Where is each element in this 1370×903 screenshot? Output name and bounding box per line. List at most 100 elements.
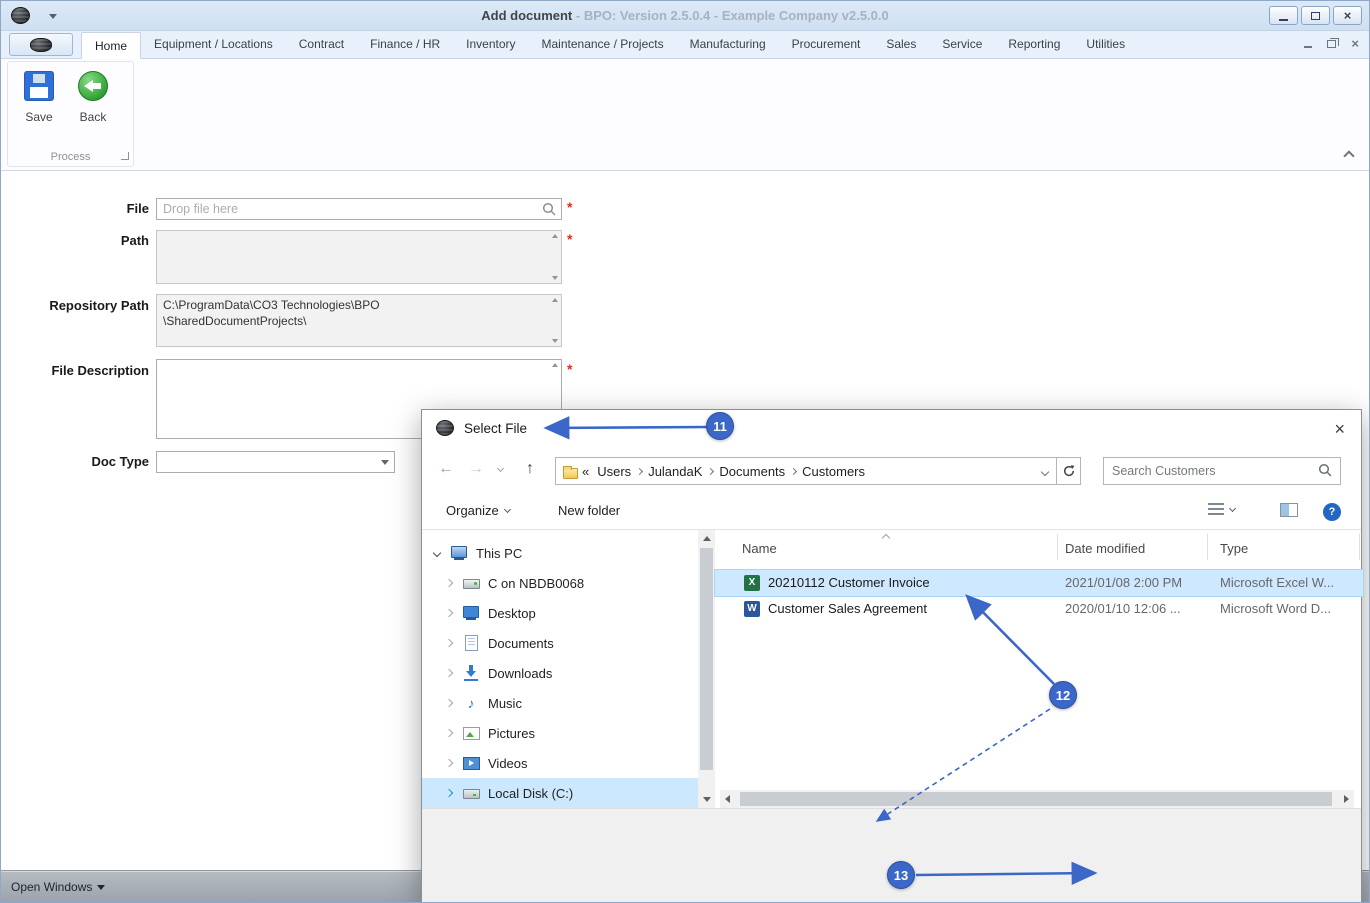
collapse-ribbon-icon[interactable]: [1343, 150, 1355, 162]
dialog-nav-bar: ← → ↑ « Users JulandaK Documents Custome…: [422, 448, 1361, 494]
nav-up-icon[interactable]: ↑: [526, 460, 534, 478]
tab-equipment-locations[interactable]: Equipment / Locations: [141, 31, 286, 58]
search-input[interactable]: [1104, 458, 1340, 484]
scroll-up-icon[interactable]: [703, 536, 711, 541]
doc-type-combobox[interactable]: [156, 451, 395, 473]
tab-inventory[interactable]: Inventory: [453, 31, 528, 58]
collapse-chevron-icon[interactable]: [444, 728, 454, 738]
tree-vertical-scrollbar[interactable]: [698, 530, 715, 808]
scroll-down-icon[interactable]: [703, 797, 711, 802]
tree-item-pictures[interactable]: Pictures: [422, 718, 698, 748]
view-mode-button[interactable]: [1208, 503, 1237, 516]
tree-item-desktop[interactable]: Desktop: [422, 598, 698, 628]
column-header-date-modified[interactable]: Date modified: [1065, 541, 1145, 556]
scroll-left-icon[interactable]: [725, 795, 730, 803]
collapse-chevron-icon[interactable]: [444, 788, 454, 798]
column-header-type[interactable]: Type: [1220, 541, 1248, 556]
tab-contract[interactable]: Contract: [286, 31, 357, 58]
mdi-close-icon[interactable]: ×: [1351, 37, 1359, 50]
file-search-icon[interactable]: [542, 202, 557, 220]
search-icon[interactable]: [1318, 463, 1333, 483]
collapse-chevron-icon[interactable]: [444, 758, 454, 768]
scroll-right-icon[interactable]: [1344, 795, 1349, 803]
close-icon: ×: [1343, 8, 1352, 23]
repo-spin-up-icon[interactable]: [552, 298, 558, 302]
file-list-header: Name Date modified Type: [715, 530, 1363, 564]
help-button[interactable]: ?: [1323, 503, 1341, 521]
mdi-restore-icon[interactable]: [1327, 37, 1340, 48]
column-divider[interactable]: [1207, 534, 1208, 560]
open-windows-caret-icon: [97, 885, 106, 891]
repo-spin-down-icon[interactable]: [552, 339, 558, 343]
tree-item-local-disk-c[interactable]: Local Disk (C:): [422, 778, 698, 808]
help-icon: ?: [1323, 503, 1341, 521]
maximize-button[interactable]: [1301, 6, 1330, 25]
preview-pane-button[interactable]: [1280, 503, 1298, 517]
tab-maintenance-projects[interactable]: Maintenance / Projects: [529, 31, 677, 58]
group-dialog-launcher-icon[interactable]: [121, 152, 129, 160]
scroll-thumb[interactable]: [700, 548, 713, 770]
tab-utilities[interactable]: Utilities: [1073, 31, 1138, 58]
dialog-app-icon: [436, 420, 454, 436]
tree-item-downloads[interactable]: Downloads: [422, 658, 698, 688]
tree-item-this-pc[interactable]: This PC: [422, 538, 698, 568]
desc-spin-up-icon[interactable]: [552, 363, 558, 367]
expand-chevron-icon[interactable]: [432, 548, 442, 558]
file-input[interactable]: [157, 199, 561, 219]
nav-back-icon[interactable]: ←: [438, 460, 454, 478]
tab-service[interactable]: Service: [929, 31, 995, 58]
excel-file-icon: [744, 575, 760, 591]
address-dropdown-icon[interactable]: [1040, 467, 1050, 477]
breadcrumb-users[interactable]: Users: [593, 464, 635, 479]
list-horizontal-scrollbar[interactable]: [720, 790, 1354, 808]
save-button[interactable]: Save: [17, 71, 61, 124]
collapse-chevron-icon[interactable]: [444, 698, 454, 708]
file-name: 20210112 Customer Invoice: [768, 575, 930, 590]
minimize-button[interactable]: [1269, 6, 1298, 25]
tab-home[interactable]: Home: [81, 32, 142, 59]
breadcrumb-julandak[interactable]: JulandaK: [644, 464, 706, 479]
back-button[interactable]: Back: [71, 71, 115, 124]
dialog-close-icon[interactable]: ×: [1334, 418, 1345, 440]
collapse-chevron-icon[interactable]: [444, 578, 454, 588]
tab-reporting[interactable]: Reporting: [995, 31, 1073, 58]
file-field[interactable]: [156, 198, 562, 220]
path-spin-down-icon[interactable]: [552, 276, 558, 280]
repository-path-field[interactable]: C:\ProgramData\CO3 Technologies\BPO \Sha…: [156, 294, 562, 347]
mdi-minimize-icon[interactable]: [1304, 45, 1313, 48]
tab-sales[interactable]: Sales: [873, 31, 929, 58]
tree-item-c-on-nbdb0068[interactable]: C on NBDB0068: [422, 568, 698, 598]
nav-forward-icon[interactable]: →: [468, 460, 484, 478]
new-folder-button[interactable]: New folder: [558, 503, 620, 518]
doc-type-dropdown-icon[interactable]: [381, 460, 389, 465]
collapse-chevron-icon[interactable]: [444, 638, 454, 648]
column-header-name[interactable]: Name: [742, 541, 777, 556]
column-divider[interactable]: [1057, 534, 1058, 560]
open-windows-dropdown[interactable]: Open Windows: [11, 880, 106, 894]
app-menu-button[interactable]: [9, 33, 73, 56]
tab-procurement[interactable]: Procurement: [779, 31, 874, 58]
tab-manufacturing[interactable]: Manufacturing: [677, 31, 779, 58]
scroll-thumb[interactable]: [740, 792, 1332, 806]
close-button[interactable]: ×: [1333, 6, 1362, 25]
tree-item-documents[interactable]: Documents: [422, 628, 698, 658]
nav-recent-caret-icon[interactable]: [496, 464, 505, 473]
path-field[interactable]: [156, 230, 562, 284]
tree-label: Local Disk (C:): [488, 785, 574, 801]
refresh-button[interactable]: [1057, 457, 1081, 485]
organize-button[interactable]: Organize: [446, 503, 511, 518]
tree-item-videos[interactable]: Videos: [422, 748, 698, 778]
path-spin-up-icon[interactable]: [552, 234, 558, 238]
breadcrumb-customers[interactable]: Customers: [798, 464, 869, 479]
breadcrumb-documents[interactable]: Documents: [715, 464, 789, 479]
column-divider[interactable]: [1359, 534, 1360, 560]
address-bar[interactable]: « Users JulandaK Documents Customers: [555, 457, 1057, 485]
tab-finance-hr[interactable]: Finance / HR: [357, 31, 453, 58]
search-box[interactable]: [1103, 457, 1341, 485]
file-row-customer-invoice[interactable]: 20210112 Customer Invoice 2021/01/08 2:0…: [714, 569, 1364, 597]
file-row-sales-agreement[interactable]: Customer Sales Agreement 2020/01/10 12:0…: [715, 596, 1363, 622]
tree-item-music[interactable]: ♪ Music: [422, 688, 698, 718]
address-truncate[interactable]: «: [578, 464, 593, 479]
collapse-chevron-icon[interactable]: [444, 608, 454, 618]
collapse-chevron-icon[interactable]: [444, 668, 454, 678]
